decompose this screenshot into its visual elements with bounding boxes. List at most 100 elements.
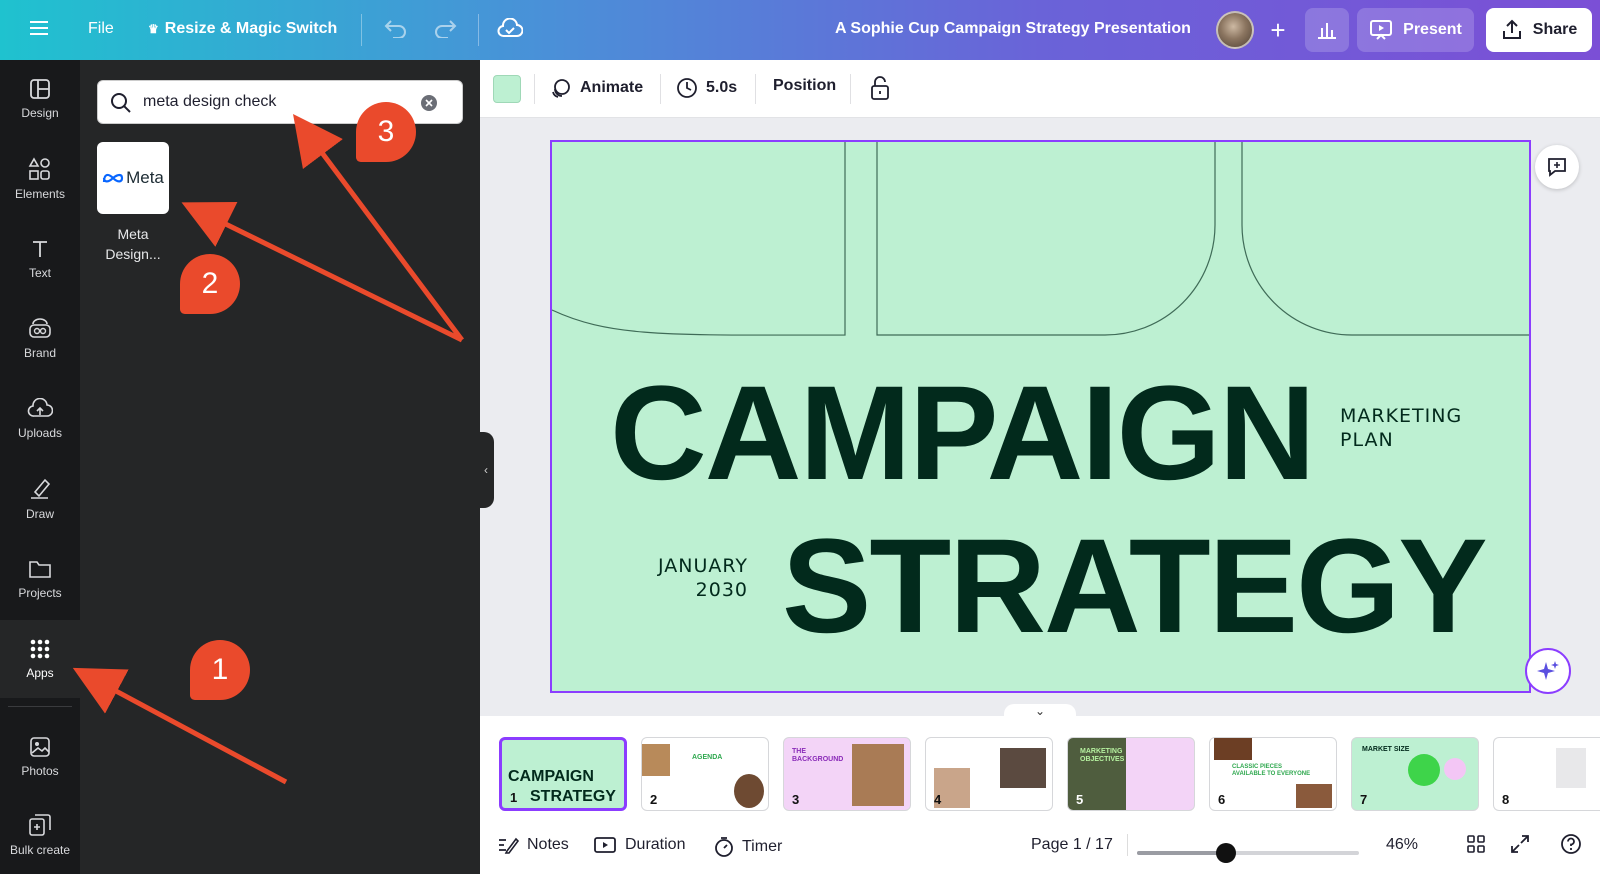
rail-item-photos[interactable]: Photos [0, 718, 80, 796]
share-button[interactable]: Share [1486, 8, 1592, 52]
rail-item-bulk-create[interactable]: Bulk create [0, 796, 80, 874]
thumb-table [1556, 748, 1586, 788]
thumb-title: AGENDA [692, 754, 723, 761]
rail-item-brand[interactable]: Brand [0, 300, 80, 378]
rail-label: Draw [25, 507, 54, 521]
bulk-create-icon [29, 814, 51, 836]
resize-label: Resize & Magic Switch [164, 20, 338, 37]
clear-search-icon[interactable] [420, 94, 438, 112]
resize-magic-switch-button[interactable]: ♛ Resize & Magic Switch [148, 20, 337, 38]
document-title-text: A Sophie Cup Campaign Strategy Presentat… [835, 20, 1191, 37]
document-title[interactable]: A Sophie Cup Campaign Strategy Presentat… [835, 20, 1191, 38]
uploads-icon [27, 398, 53, 417]
meta-design-check-app-tile[interactable]: Meta [97, 142, 169, 214]
page-number: 2 [650, 792, 658, 807]
position-button[interactable]: Position [773, 77, 836, 95]
menu-icon[interactable] [30, 19, 48, 37]
rail-item-draw[interactable]: Draw [0, 460, 80, 538]
rail-item-text[interactable]: Text [0, 220, 80, 298]
subtitle-line-1: MARKETING [1340, 405, 1463, 427]
page-thumbnail[interactable]: 8 [1493, 737, 1600, 811]
date-line-1: JANUARY [658, 555, 748, 577]
design-icon [30, 79, 50, 99]
page-thumbnail[interactable]: MARKET SIZE 7 [1351, 737, 1479, 811]
duration-value: 5.0s [706, 79, 738, 96]
clock-icon [677, 78, 697, 98]
zoom-slider-handle[interactable] [1215, 843, 1236, 863]
redo-icon[interactable] [434, 18, 458, 38]
thumb-photo [734, 774, 764, 808]
notes-button[interactable]: Notes [497, 836, 569, 854]
page-thumbnail[interactable]: CLASSIC PIECES AVAILABLE TO EVERYONE 6 [1209, 737, 1337, 811]
rail-item-uploads[interactable]: Uploads [0, 380, 80, 458]
grid-view-icon[interactable] [1466, 834, 1486, 854]
draw-icon [31, 478, 51, 499]
undo-icon[interactable] [383, 18, 407, 38]
file-menu[interactable]: File [88, 20, 114, 38]
slide-canvas[interactable]: CAMPAIGN MARKETING PLAN JANUARY 2030 STR… [550, 140, 1531, 693]
timer-button[interactable]: Timer [714, 836, 782, 858]
thumb-title: STRATEGY [530, 788, 616, 805]
fullscreen-icon[interactable] [1510, 834, 1530, 854]
page-thumbnail[interactable]: CAMPAIGN STRATEGY 1 [499, 737, 627, 811]
page-number: 6 [1218, 792, 1226, 807]
rail-item-apps[interactable]: Apps [0, 620, 80, 698]
add-collaborator-icon[interactable]: + [1262, 14, 1294, 46]
page-thumbnail[interactable]: THE BACKGROUND 3 [783, 737, 911, 811]
thumb-title: AVAILABLE TO EVERYONE [1232, 771, 1311, 777]
background-color-swatch[interactable] [493, 75, 521, 103]
annotation-badge-2: 2 [180, 254, 240, 314]
badge-number: 1 [211, 653, 229, 686]
present-button[interactable]: Present [1357, 8, 1474, 52]
badge-number: 2 [201, 267, 219, 300]
slide-date: JANUARY 2030 [652, 554, 748, 602]
rail-item-design[interactable]: Design [0, 60, 80, 138]
page-number: 3 [792, 792, 800, 807]
thumb-title: CLASSIC PIECES [1232, 764, 1283, 770]
slide-subtitle: MARKETING PLAN [1340, 404, 1462, 452]
app-name-label: Meta Design... [105, 226, 161, 262]
collapse-panel-handle[interactable]: ‹ [478, 432, 494, 508]
animate-button[interactable]: Animate [550, 77, 643, 99]
page-number: 1 [510, 790, 518, 805]
lock-icon[interactable] [869, 75, 891, 101]
crown-icon: ♛ [148, 22, 159, 36]
insights-button[interactable] [1305, 8, 1349, 52]
rail-label: Uploads [17, 426, 63, 440]
duration-button[interactable]: Duration [593, 836, 685, 854]
add-comment-button[interactable] [1535, 145, 1579, 189]
thumb-title: MARKET SIZE [1362, 746, 1410, 753]
duration-icon [594, 837, 616, 853]
projects-icon [29, 561, 51, 578]
divider [755, 74, 756, 104]
cloud-saved-icon[interactable] [497, 18, 523, 40]
rail-item-elements[interactable]: Elements [0, 140, 80, 218]
page-thumbnail[interactable]: AGENDA 2 [641, 737, 769, 811]
bottom-bar: Notes Duration Timer Page 1 / 17 46% [480, 816, 1600, 874]
page-label: Page 1 / 17 [1031, 836, 1113, 853]
photos-icon [30, 737, 50, 757]
rail-label: Text [28, 266, 51, 280]
zoom-slider[interactable] [1137, 843, 1359, 863]
rail-label: Projects [18, 586, 62, 600]
divider [361, 14, 362, 46]
rail-item-projects[interactable]: Projects [0, 540, 80, 618]
thumb-photo [1296, 784, 1332, 808]
page-number: 4 [934, 792, 942, 807]
zoom-level[interactable]: 46% [1386, 836, 1418, 854]
help-icon[interactable] [1560, 833, 1582, 855]
page-thumbnail[interactable]: MARKETING OBJECTIVES 5 [1067, 737, 1195, 811]
avatar[interactable] [1216, 11, 1254, 49]
page-thumbnail[interactable]: 4 [925, 737, 1053, 811]
magic-assistant-button[interactable] [1525, 648, 1571, 694]
divider [8, 706, 72, 707]
thumb-photo [1000, 748, 1046, 788]
duration-button[interactable]: 5.0s [676, 77, 737, 99]
apps-panel: Meta Meta Design... [80, 60, 480, 874]
thumb-title: OBJECTIVES [1080, 756, 1125, 763]
page-indicator[interactable]: Page 1 / 17 [1031, 836, 1113, 854]
thumb-title: THE [792, 748, 806, 755]
divider [660, 74, 661, 104]
date-line-2: 2030 [695, 579, 748, 601]
divider [850, 74, 851, 104]
